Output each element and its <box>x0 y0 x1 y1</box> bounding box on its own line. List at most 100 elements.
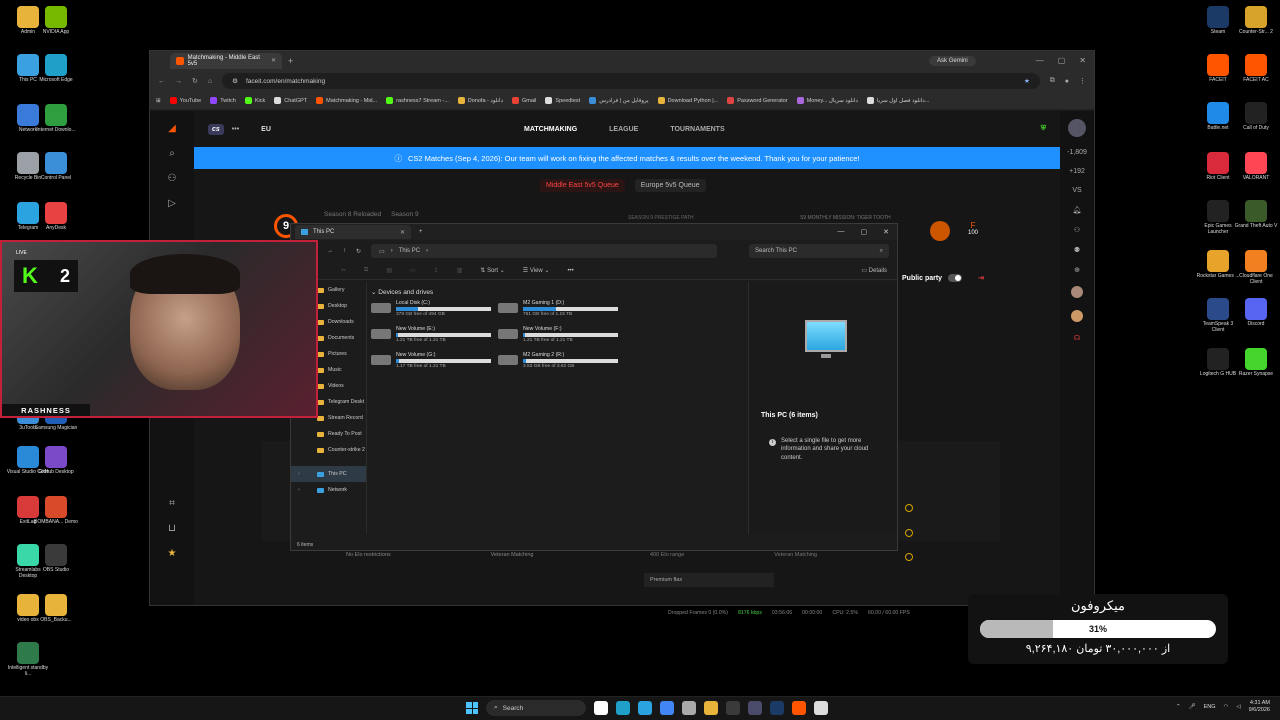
up-icon[interactable]: ↑ <box>343 248 346 254</box>
devices-section-header[interactable]: ⌄ Devices and drives <box>371 288 747 296</box>
bookmark-item[interactable]: Matchmaking - Mid... <box>316 97 377 104</box>
more-icon[interactable]: ••• <box>232 126 239 133</box>
nav-tournaments[interactable]: TOURNAMENTS <box>670 126 724 133</box>
back-icon[interactable]: → <box>327 248 333 254</box>
desktop-icon[interactable]: GitHub Desktop <box>34 446 78 476</box>
taskbar-app-icon[interactable] <box>814 701 828 715</box>
queue-europe[interactable]: Europe 5v5 Queue <box>634 179 706 192</box>
taskbar-app-icon[interactable] <box>638 701 652 715</box>
drive-item[interactable]: M2 Gaming 1 (D:) 761 GB free of 1.15 TB <box>498 300 625 317</box>
chevron-right-icon[interactable]: › <box>298 471 300 477</box>
sidebar-item[interactable]: Ready To Post <box>291 426 366 442</box>
sidebar-item[interactable]: › This PC <box>291 466 366 482</box>
toggle-switch[interactable] <box>948 274 963 282</box>
queue-middle-east[interactable]: Middle East 5v5 Queue <box>540 179 625 192</box>
scan-icon[interactable]: ⌗ <box>169 498 175 509</box>
forward-icon[interactable]: → <box>175 78 182 85</box>
bookmark-item[interactable]: Money... دانلود سریال <box>796 97 858 104</box>
drive-item[interactable]: New Volume (G:) 1.17 TB free of 1.21 TB <box>371 352 498 369</box>
bookmark-item[interactable]: دانلود فصل اول سریا... <box>866 97 929 104</box>
minimize-icon[interactable]: — <box>838 228 845 236</box>
desktop-icon[interactable]: Control Panel <box>34 152 78 182</box>
close-tab-icon[interactable]: ✕ <box>400 229 405 236</box>
start-icon[interactable] <box>466 702 478 714</box>
desktop-icon[interactable]: Call of Duty <box>1234 102 1278 132</box>
maximize-icon[interactable]: ▢ <box>1058 56 1066 65</box>
game-logo[interactable]: cs <box>208 123 224 135</box>
new-tab-icon[interactable]: + <box>419 229 423 235</box>
veteran-matching-right[interactable]: Veteran Matching <box>774 552 817 558</box>
notifications-icon[interactable]: 🔔︎ <box>1073 206 1082 214</box>
drive-item[interactable]: M2 Gaming 2 (R:) 3.53 GB free of 3.62 GB <box>498 352 625 369</box>
ask-gemini-button[interactable]: Ask Gemini <box>929 55 976 66</box>
support-icon[interactable]: ☊ <box>1074 334 1080 342</box>
desktop-icon[interactable]: FACEIT AC <box>1234 54 1278 84</box>
bookmark-item[interactable]: پروفایل من | فرادرس <box>589 97 649 104</box>
taskbar-app-icon[interactable] <box>660 701 674 715</box>
taskbar-app-icon[interactable] <box>594 701 608 715</box>
season-tab-8[interactable]: Season 8 Reloaded <box>324 211 381 218</box>
desktop-icon[interactable]: Intelligent standby li... <box>6 642 50 678</box>
bookmark-item[interactable]: Twitch <box>210 97 236 104</box>
volume-icon[interactable]: ◁ <box>1236 704 1240 710</box>
close-tab-icon[interactable]: ✕ <box>271 57 276 64</box>
chevron-right-icon[interactable]: › <box>298 487 300 493</box>
breadcrumb[interactable]: This PC <box>399 248 420 254</box>
shield-icon[interactable]: ⛨ <box>1041 125 1046 133</box>
reload-icon[interactable]: ↻ <box>192 77 198 85</box>
bookmark-star-icon[interactable]: ★ <box>1024 77 1030 85</box>
rename-icon[interactable]: ▭ <box>410 267 416 274</box>
close-window-icon[interactable]: ✕ <box>883 228 889 236</box>
find-players-icon[interactable]: ⚇ <box>168 173 177 184</box>
site-info-icon[interactable]: ⚙ <box>232 77 238 85</box>
friends-icon[interactable]: ⚇ <box>1074 226 1080 234</box>
desktop-icon[interactable]: Internet Downlo... <box>34 104 78 134</box>
bookmark-item[interactable]: Donofa - دانلود <box>457 97 503 104</box>
avatar[interactable] <box>1068 119 1086 137</box>
drive-item[interactable]: New Volume (E:) 1.21 TB free of 1.21 TB <box>371 326 498 343</box>
season-tab-9[interactable]: Season 9 <box>391 211 418 218</box>
mic-icon[interactable]: 🎤︎ <box>1189 704 1196 710</box>
bookmark-item[interactable]: Download Python |... <box>657 97 718 104</box>
public-party-toggle[interactable]: Public party ⇥ <box>902 274 984 282</box>
address-bar[interactable]: ⚙ faceit.com/en/matchmaking ★ <box>222 73 1040 89</box>
new-tab-icon[interactable]: + <box>288 56 293 66</box>
bookmark-item[interactable]: YouTube <box>169 97 201 104</box>
desktop-icon[interactable]: BOMBANA... Demo <box>34 496 78 526</box>
search-icon[interactable]: ⌕ <box>169 148 175 159</box>
maximize-icon[interactable]: ▢ <box>861 228 868 236</box>
shop-icon[interactable]: ⊔ <box>168 523 176 534</box>
explorer-tab[interactable]: This PC ✕ <box>295 225 411 239</box>
bookmark-item[interactable]: Speedtest <box>545 97 580 104</box>
close-window-icon[interactable]: ✕ <box>1079 56 1086 65</box>
nav-league[interactable]: LEAGUE <box>609 126 638 133</box>
premium-star-icon[interactable]: ★ <box>168 548 177 559</box>
desktop-icon[interactable]: OBS Studio <box>34 544 78 574</box>
more-options-icon[interactable]: ••• <box>567 268 573 274</box>
premium-flax[interactable]: Premium flax <box>644 573 774 587</box>
desktop-icon[interactable]: NVIDIA App <box>34 6 78 36</box>
drive-item[interactable]: Local Disk (C:) 378 GB free of 494 GB <box>371 300 498 317</box>
apps-grid-icon[interactable]: ⊞ <box>156 98 161 104</box>
desktop-icon[interactable]: Microsoft Edge <box>34 54 78 84</box>
taskbar-app-icon[interactable] <box>792 701 806 715</box>
sidebar-item[interactable]: Counter-strike 2 <box>291 442 366 458</box>
bookmark-item[interactable]: Password Generator <box>727 97 788 104</box>
sort-button[interactable]: ⇅ Sort ⌄ <box>480 267 504 274</box>
party-icon[interactable]: ⚉ <box>1074 246 1080 254</box>
minimize-icon[interactable]: — <box>1036 56 1044 65</box>
bookmark-item[interactable]: rashness7 Stream -... <box>386 97 449 104</box>
bookmark-item[interactable]: ChatGPT <box>274 97 307 104</box>
taskbar-app-icon[interactable] <box>726 701 740 715</box>
desktop-icon[interactable]: OBS_Backu... <box>34 594 78 624</box>
add-friend-icon[interactable]: ⊕ <box>1074 266 1080 274</box>
region-label[interactable]: EU <box>261 126 271 133</box>
vs-label[interactable]: VS <box>1072 187 1081 194</box>
faceit-logo-icon[interactable]: ◢ <box>168 123 176 134</box>
desktop-icon[interactable]: Cloudflare One Client <box>1234 250 1278 286</box>
clock[interactable]: 4:31 AM 9/6/2026 <box>1249 700 1270 714</box>
back-icon[interactable]: ← <box>158 78 165 85</box>
browser-tab[interactable]: Matchmaking - Middle East 5v5 ✕ <box>170 52 282 69</box>
desktop-icon[interactable]: Grand Theft Auto V <box>1234 200 1278 230</box>
sidebar-item[interactable]: › Network <box>291 482 366 498</box>
